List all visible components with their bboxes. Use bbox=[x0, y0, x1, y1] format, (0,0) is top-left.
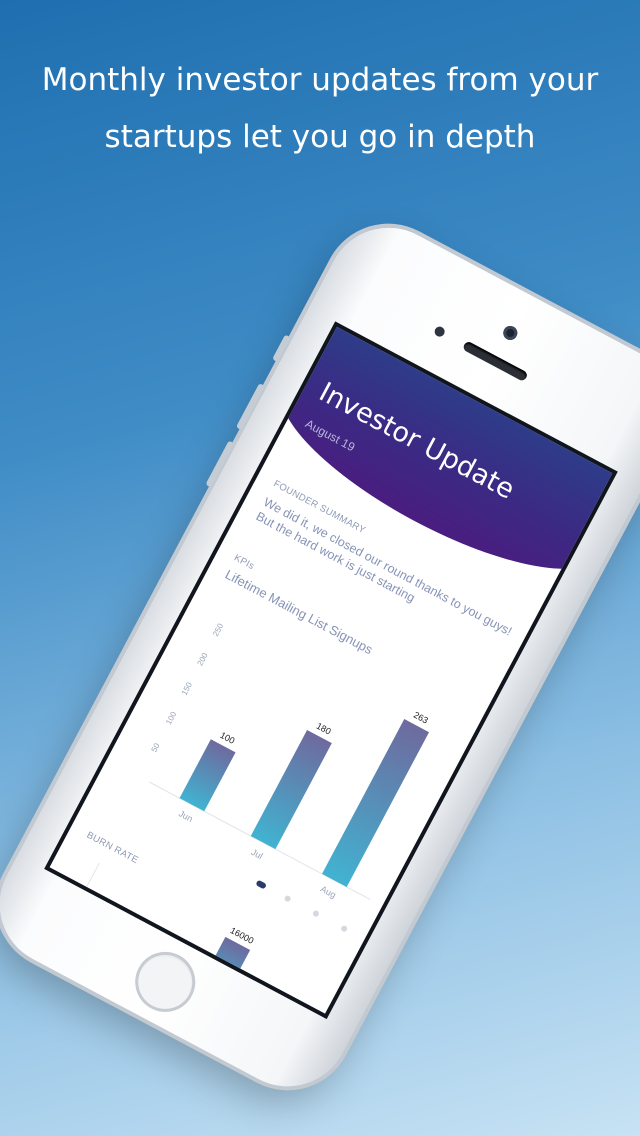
y-tick-label: 200 bbox=[195, 651, 209, 667]
x-tick-label: Jun bbox=[177, 808, 195, 824]
x-tick-label: Aug bbox=[319, 884, 338, 900]
y-tick-label: 250 bbox=[211, 621, 225, 637]
phone-mockup: Investor Update August 19 FOUNDER SUMMAR… bbox=[0, 205, 640, 1109]
pager-dot[interactable] bbox=[283, 894, 292, 903]
chart-bar-jun bbox=[179, 739, 236, 812]
bar-value-label: 180 bbox=[315, 721, 333, 737]
y-tick-label: 100 bbox=[164, 710, 178, 726]
pager-dot[interactable] bbox=[311, 909, 320, 918]
x-tick-label: Jul bbox=[250, 847, 265, 861]
headline-line-2: startups let you go in depth bbox=[104, 119, 536, 155]
bar-value-label: 100 bbox=[218, 730, 236, 746]
headline-line-1: Monthly investor updates from your bbox=[41, 62, 599, 98]
chart-bar-jul bbox=[250, 730, 332, 850]
y-tick-label: 50 bbox=[150, 741, 162, 754]
pager-dot[interactable] bbox=[255, 879, 267, 890]
y-tick-label: 150 bbox=[180, 680, 194, 696]
headline: Monthly investor updates from your start… bbox=[0, 52, 640, 166]
bar-value-label: 263 bbox=[412, 710, 430, 726]
pager-dot[interactable] bbox=[340, 924, 349, 933]
